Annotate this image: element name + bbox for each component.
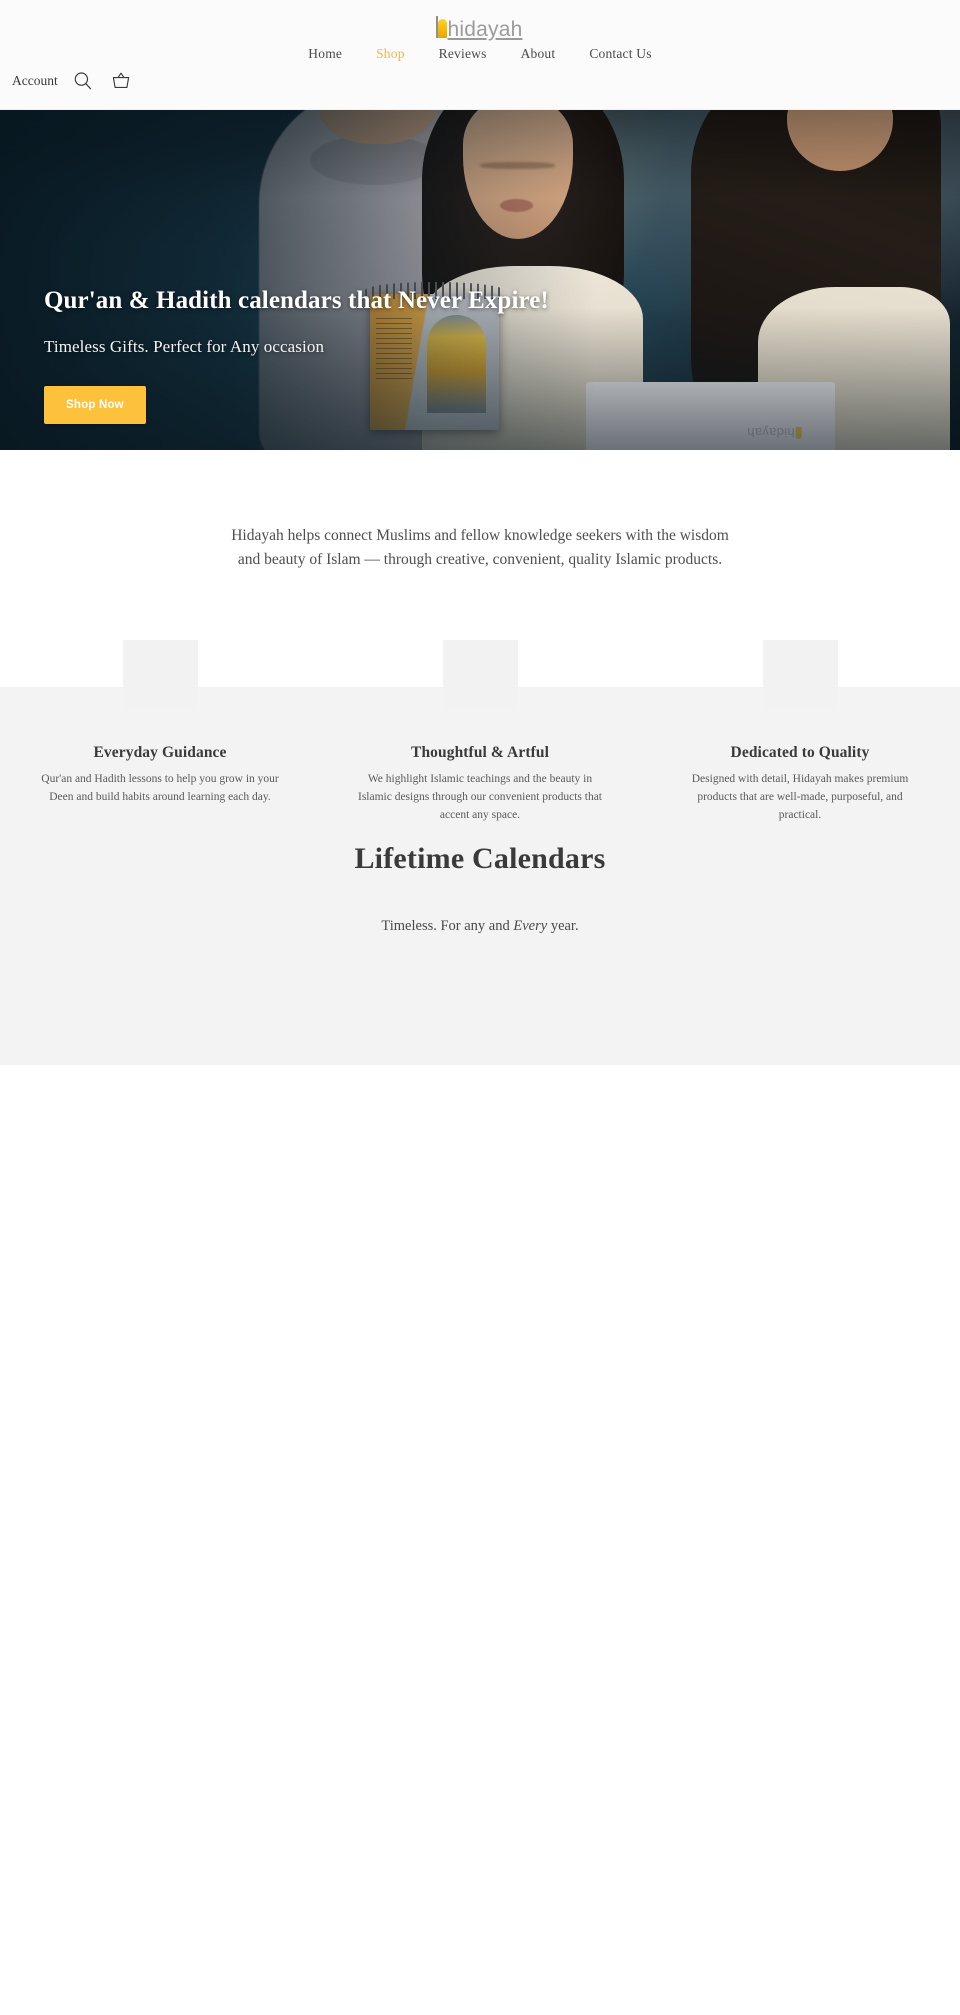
header-utilities: Account [12,68,134,94]
feature-body: Qur'an and Hadith lessons to help you gr… [41,773,279,803]
site-header: hidayah Home Shop Reviews About Contact … [0,0,960,110]
arch-logo-icon [435,15,447,38]
account-link[interactable]: Account [12,73,58,89]
feature-image-placeholder [122,640,198,711]
feature-body: We highlight Islamic teachings and the b… [357,773,602,821]
lifetime-subtitle-post: year. [547,918,579,935]
lifetime-subtitle-pre: Timeless. For any and [381,918,514,935]
lifetime-calendars-title: Lifetime Calendars [354,842,606,876]
nav-item-reviews[interactable]: Reviews [439,46,487,62]
feature-title: Thoughtful & Artful [411,744,549,762]
shopping-basket-icon[interactable] [108,68,134,94]
feature-image-placeholder [762,640,838,711]
lifetime-subtitle-emphasis: Every [513,918,548,935]
hero-headline: Qur'an & Hadith calendars that Never Exp… [44,287,549,314]
feature-card-dedicated-to-quality: Dedicated to Quality Designed with detai… [640,640,960,824]
feature-card-everyday-guidance: Everyday Guidance Qur'an and Hadith less… [0,640,320,824]
hero-content: Qur'an & Hadith calendars that Never Exp… [44,286,549,424]
feature-image-placeholder [442,640,518,711]
logo-wrapper: hidayah [0,14,960,44]
nav-item-about[interactable]: About [521,46,556,62]
site-logo[interactable]: hidayah [435,15,523,42]
feature-title: Everyday Guidance [93,744,227,762]
features-section: Everyday Guidance Qur'an and Hadith less… [0,572,960,825]
main-navigation: Home Shop Reviews About Contact Us [0,46,960,62]
lifetime-calendars-section: Lifetime Calendars Timeless. For any and… [0,824,960,1066]
feature-card-thoughtful-artful: Thoughtful & Artful We highlight Islamic… [320,640,640,824]
feature-body: Designed with detail, Hidayah makes prem… [691,773,909,821]
lifetime-calendars-subtitle: Timeless. For any and Every year. [0,918,960,935]
nav-item-shop[interactable]: Shop [376,46,405,62]
search-icon[interactable] [70,68,96,94]
nav-item-home[interactable]: Home [308,46,342,62]
shop-now-button[interactable]: Shop Now [44,386,146,424]
logo-text: hidayah [447,17,523,41]
intro-section: Hidayah helps connect Muslims and fellow… [0,450,960,573]
feature-title: Dedicated to Quality [730,744,870,762]
page-bottom-whitespace [0,1065,960,2015]
nav-item-contact-us[interactable]: Contact Us [589,46,651,62]
hero-subheadline: Timeless Gifts. Perfect for Any occasion [44,337,325,356]
features-row: Everyday Guidance Qur'an and Hadith less… [0,640,960,824]
hero-banner: hidayah Qur'an & Hadith calendars that N… [0,110,960,450]
intro-paragraph: Hidayah helps connect Muslims and fellow… [231,527,729,569]
